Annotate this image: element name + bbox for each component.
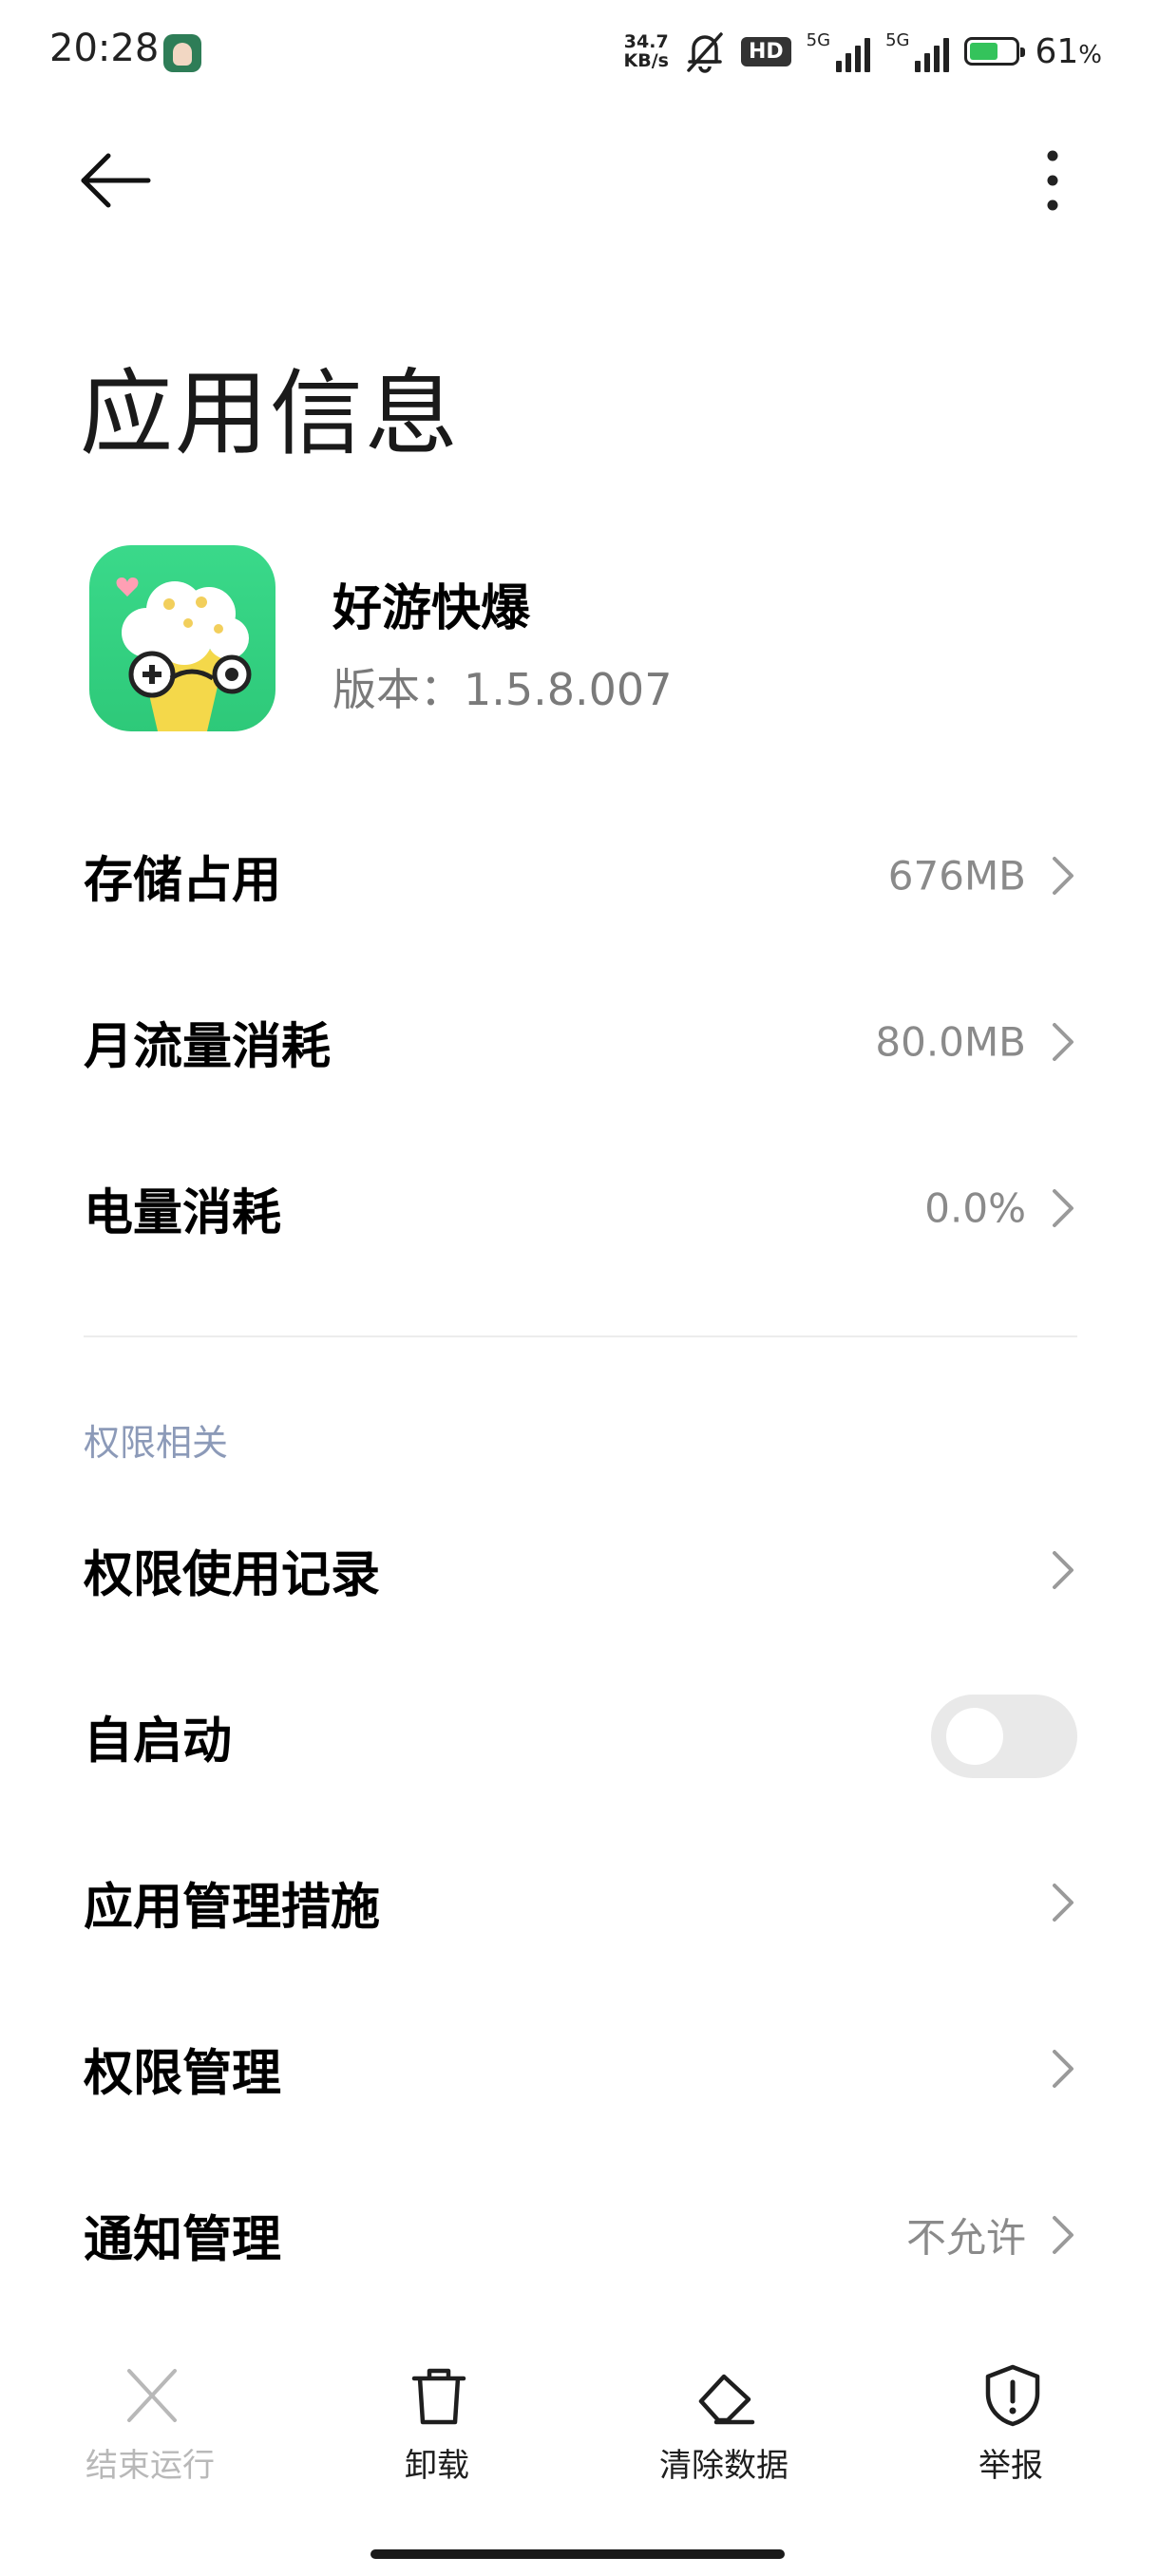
signal-1: 5G — [806, 30, 871, 72]
battery-tip — [1020, 47, 1026, 57]
action-label: 结束运行 — [86, 2447, 215, 2485]
row-label: 权限使用记录 — [84, 1546, 381, 1604]
action-label: 举报 — [978, 2447, 1043, 2485]
storage-usage-row[interactable]: 存储占用 676MB — [84, 809, 1077, 942]
bell-muted-icon — [687, 32, 723, 73]
back-button[interactable] — [78, 152, 154, 209]
app-name: 好游快爆 — [332, 580, 531, 637]
data-usage-row[interactable]: 月流量消耗 80.0MB — [84, 975, 1077, 1108]
chevron-right-icon — [1053, 2050, 1074, 2088]
notification-management-row[interactable]: 通知管理 不允许 — [84, 2169, 1077, 2301]
battery-percent: 61% — [1035, 32, 1102, 71]
status-bar: 20:28 34.7 KB/s HD 5G 5G 61% — [0, 0, 1159, 106]
chevron-right-icon — [1053, 1189, 1074, 1227]
hd-badge: HD — [740, 36, 791, 66]
force-stop-button[interactable]: 结束运行 — [46, 2346, 255, 2489]
section-header-permissions: 权限相关 — [84, 1422, 229, 1464]
row-label: 权限管理 — [84, 2045, 282, 2103]
signal-bar — [864, 38, 871, 72]
chevron-right-icon — [1053, 2216, 1074, 2254]
signal-bar — [943, 38, 950, 72]
arrow-left-icon — [81, 153, 151, 208]
battery-usage-row[interactable]: 电量消耗 0.0% — [84, 1142, 1077, 1275]
toggle-knob — [946, 1708, 1003, 1765]
action-label: 清除数据 — [659, 2447, 788, 2485]
signal-2: 5G — [885, 30, 950, 72]
status-time: 20:28 — [49, 27, 160, 70]
home-indicator[interactable] — [370, 2549, 785, 2559]
row-label: 月流量消耗 — [84, 1018, 332, 1076]
row-label: 存储占用 — [84, 852, 282, 910]
autostart-row: 自启动 — [84, 1670, 1077, 1803]
eraser-icon — [698, 2374, 755, 2425]
uninstall-button[interactable]: 卸载 — [332, 2346, 542, 2489]
chevron-right-icon — [1053, 1551, 1074, 1589]
chevron-right-icon — [1053, 857, 1074, 895]
app-info-page: 20:28 34.7 KB/s HD 5G 5G 61% 应用信息 好游快爆 版… — [0, 0, 1159, 2576]
more-vertical-icon — [1047, 150, 1058, 211]
bottom-action-bar: 结束运行 卸载 清除数据 举报 — [0, 2346, 1159, 2498]
signal-bar — [855, 46, 862, 72]
popcorn-game-icon — [89, 545, 276, 731]
battery-icon — [964, 37, 1026, 66]
row-label: 通知管理 — [84, 2211, 282, 2269]
battery-percent-value: 61 — [1035, 31, 1079, 71]
app-management-row[interactable]: 应用管理措施 — [84, 1836, 1077, 1969]
signal-bar — [836, 61, 843, 72]
app-version: 版本：1.5.8.007 — [332, 664, 673, 715]
status-right-group: 34.7 KB/s HD 5G 5G 61% — [624, 25, 1102, 78]
row-label: 应用管理措施 — [84, 1879, 381, 1937]
signal-bar — [846, 53, 852, 72]
permission-usage-log-row[interactable]: 权限使用记录 — [84, 1504, 1077, 1637]
close-icon — [127, 2369, 177, 2422]
chevron-right-icon — [1053, 1023, 1074, 1061]
row-label: 自启动 — [84, 1713, 233, 1771]
row-value: 0.0% — [924, 1184, 1026, 1232]
net-speed-unit: KB/s — [623, 50, 669, 71]
more-options-button[interactable] — [1026, 142, 1079, 218]
signal-bar — [934, 46, 940, 72]
page-title: 应用信息 — [80, 359, 461, 468]
battery-fill — [970, 43, 998, 60]
row-value: 不允许 — [905, 2214, 1026, 2262]
autostart-toggle[interactable] — [931, 1695, 1077, 1778]
shield-alert-icon — [985, 2364, 1040, 2427]
row-value: 80.0MB — [875, 1018, 1026, 1066]
divider — [84, 1335, 1077, 1337]
permission-management-row[interactable]: 权限管理 — [84, 2002, 1077, 2135]
clear-data-button[interactable]: 清除数据 — [619, 2346, 828, 2489]
row-label: 电量消耗 — [84, 1184, 282, 1242]
network-type-1: 5G — [806, 30, 831, 50]
net-speed-value: 34.7 — [623, 31, 669, 52]
battery-percent-sign: % — [1078, 40, 1102, 69]
row-value: 676MB — [887, 852, 1026, 900]
chevron-right-icon — [1053, 1884, 1074, 1922]
trash-icon — [411, 2368, 466, 2425]
signal-bar — [924, 53, 931, 72]
action-label: 卸载 — [405, 2447, 469, 2485]
net-speed: 34.7 KB/s — [624, 32, 669, 70]
network-type-2: 5G — [885, 30, 910, 50]
report-button[interactable]: 举报 — [906, 2346, 1115, 2489]
signal-bar — [915, 61, 922, 72]
notification-avatar-icon — [163, 34, 201, 72]
